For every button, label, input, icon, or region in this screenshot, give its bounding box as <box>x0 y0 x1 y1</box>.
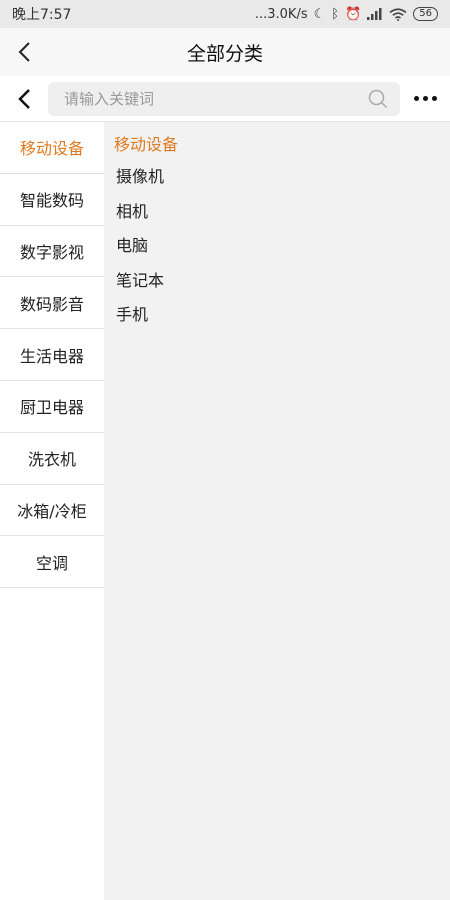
subcategory-item[interactable]: 笔记本 <box>114 264 440 299</box>
wifi-icon <box>389 7 407 21</box>
search-back-button[interactable] <box>0 76 48 122</box>
search-icon[interactable] <box>368 89 388 109</box>
network-speed: ...3.0K/s <box>254 6 308 22</box>
sidebar-item-home-appliances[interactable]: 生活电器 <box>0 329 104 381</box>
status-icons: ...3.0K/s ☾ ᛒ ⏰ 56 <box>255 7 438 22</box>
title-bar: 全部分类 <box>0 28 450 76</box>
sidebar-item-kitchen-bath[interactable]: 厨卫电器 <box>0 381 104 433</box>
subcategory-panel: 移动设备 摄像机 相机 电脑 笔记本 手机 <box>104 122 450 900</box>
status-bar: 晚上7:57 ...3.0K/s ☾ ᛒ ⏰ 56 <box>0 0 450 28</box>
back-button[interactable] <box>0 28 48 76</box>
chevron-left-icon <box>18 88 30 109</box>
signal-icon <box>367 8 382 20</box>
search-row <box>0 76 450 122</box>
chevron-left-icon <box>18 42 30 62</box>
sidebar-item-mobile-devices[interactable]: 移动设备 <box>0 122 104 174</box>
subcategory-item[interactable]: 相机 <box>114 195 440 230</box>
sidebar-item-air-conditioner[interactable]: 空调 <box>0 536 104 589</box>
search-input[interactable] <box>64 89 368 108</box>
subcategory-item[interactable]: 手机 <box>114 298 440 333</box>
category-content: 移动设备 智能数码 数字影视 数码影音 生活电器 厨卫电器 洗衣机 冰箱/冷柜 … <box>0 122 450 900</box>
page-title: 全部分类 <box>186 42 263 65</box>
subcategory-item[interactable]: 电脑 <box>114 229 440 264</box>
sidebar-item-fridge[interactable]: 冰箱/冷柜 <box>0 485 104 537</box>
search-box[interactable] <box>48 81 400 116</box>
sidebar-item-washing-machine[interactable]: 洗衣机 <box>0 433 104 485</box>
alarm-icon: ⏰ <box>345 6 362 22</box>
more-icon[interactable] <box>400 76 450 122</box>
battery-icon: 56 <box>413 7 438 21</box>
sidebar-item-digital-video[interactable]: 数字影视 <box>0 226 104 278</box>
sidebar-item-smart-digital[interactable]: 智能数码 <box>0 174 104 226</box>
bluetooth-icon: ᛒ <box>331 6 340 22</box>
sidebar-item-digital-audio-video[interactable]: 数码影音 <box>0 277 104 330</box>
moon-icon: ☾ <box>313 6 326 22</box>
subcategory-title: 移动设备 <box>114 135 179 154</box>
status-time: 晚上7:57 <box>12 7 72 23</box>
category-sidebar: 移动设备 智能数码 数字影视 数码影音 生活电器 厨卫电器 洗衣机 冰箱/冷柜 … <box>0 122 104 900</box>
subcategory-item[interactable]: 摄像机 <box>114 160 440 195</box>
